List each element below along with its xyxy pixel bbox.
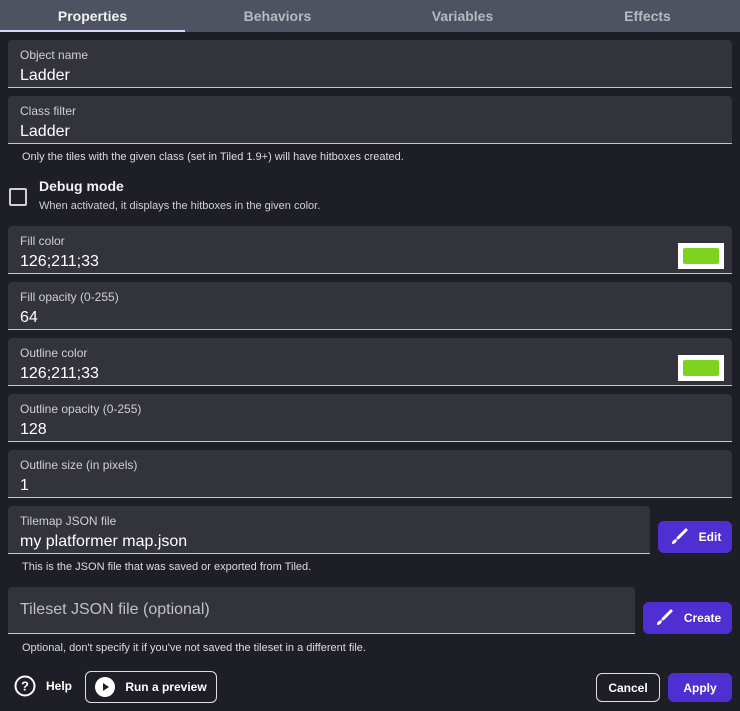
field-value: Ladder bbox=[20, 123, 70, 140]
field-value: 126;211;33 bbox=[20, 365, 99, 382]
object-name-field[interactable]: Object name Ladder bbox=[8, 40, 732, 88]
button-label: Cancel bbox=[608, 680, 648, 695]
field-value: 1 bbox=[20, 477, 29, 494]
field-value: my platformer map.json bbox=[20, 533, 188, 550]
debug-mode-checkbox[interactable] bbox=[9, 188, 27, 206]
tab-bar: Properties Behaviors Variables Effects bbox=[0, 0, 740, 32]
field-value: 64 bbox=[20, 309, 38, 326]
button-label: Run a preview bbox=[125, 680, 207, 694]
help-button[interactable]: ? Help bbox=[14, 675, 72, 697]
field-label: Outline color bbox=[20, 346, 88, 360]
field-label: Outline opacity (0-255) bbox=[20, 402, 142, 416]
field-label: Object name bbox=[20, 48, 89, 62]
tab-label: Effects bbox=[624, 8, 671, 24]
apply-button[interactable]: Apply bbox=[668, 673, 732, 702]
edit-tilemap-button[interactable]: Edit bbox=[658, 521, 732, 553]
field-label: Fill color bbox=[20, 234, 65, 248]
brush-icon bbox=[671, 528, 688, 544]
class-filter-field[interactable]: Class filter Ladder bbox=[8, 96, 732, 144]
field-value: Ladder bbox=[20, 67, 70, 84]
brush-icon bbox=[656, 609, 673, 625]
button-label: Apply bbox=[683, 680, 717, 695]
tab-variables[interactable]: Variables bbox=[370, 0, 555, 32]
field-label: Class filter bbox=[20, 104, 77, 118]
swatch-fill bbox=[683, 360, 719, 376]
field-label: Fill opacity (0-255) bbox=[20, 290, 119, 304]
tileset-json-field[interactable]: Tileset JSON file (optional) bbox=[8, 587, 635, 634]
tab-label: Properties bbox=[57, 8, 128, 24]
play-circle-icon bbox=[95, 677, 116, 697]
tab-label: Variables bbox=[431, 8, 494, 24]
fill-color-field[interactable]: Fill color 126;211;33 bbox=[8, 226, 732, 274]
create-tileset-button[interactable]: Create bbox=[643, 602, 732, 634]
button-label: Edit bbox=[698, 530, 722, 544]
debug-mode-label: Debug mode bbox=[39, 178, 124, 194]
svg-text:?: ? bbox=[21, 679, 29, 694]
run-preview-button[interactable]: Run a preview bbox=[85, 671, 217, 703]
field-placeholder: Tileset JSON file (optional) bbox=[20, 601, 210, 618]
tab-effects[interactable]: Effects bbox=[555, 0, 740, 32]
outline-opacity-field[interactable]: Outline opacity (0-255) 128 bbox=[8, 394, 732, 442]
swatch-fill bbox=[683, 248, 719, 264]
button-label: Create bbox=[683, 611, 722, 625]
tab-properties[interactable]: Properties bbox=[0, 0, 185, 32]
field-label: Outline size (in pixels) bbox=[20, 458, 138, 472]
help-circle-icon: ? bbox=[14, 675, 36, 697]
tilemap-json-field[interactable]: Tilemap JSON file my platformer map.json bbox=[8, 506, 650, 554]
fill-color-swatch[interactable] bbox=[678, 243, 724, 269]
help-label: Help bbox=[46, 679, 73, 693]
outline-color-field[interactable]: Outline color 126;211;33 bbox=[8, 338, 732, 386]
tilemap-json-helper: This is the JSON file that was saved or … bbox=[22, 561, 312, 573]
tileset-json-helper: Optional, don't specify it if you've not… bbox=[22, 642, 366, 654]
tab-behaviors[interactable]: Behaviors bbox=[185, 0, 370, 32]
outline-color-swatch[interactable] bbox=[678, 355, 724, 381]
debug-mode-description: When activated, it displays the hitboxes… bbox=[39, 200, 321, 212]
fill-opacity-field[interactable]: Fill opacity (0-255) 64 bbox=[8, 282, 732, 330]
outline-size-field[interactable]: Outline size (in pixels) 1 bbox=[8, 450, 732, 498]
field-label: Tilemap JSON file bbox=[20, 514, 117, 528]
class-filter-helper: Only the tiles with the given class (set… bbox=[22, 151, 404, 163]
field-value: 128 bbox=[20, 421, 47, 438]
field-value: 126;211;33 bbox=[20, 253, 99, 270]
cancel-button[interactable]: Cancel bbox=[596, 673, 660, 702]
tab-label: Behaviors bbox=[243, 8, 312, 24]
